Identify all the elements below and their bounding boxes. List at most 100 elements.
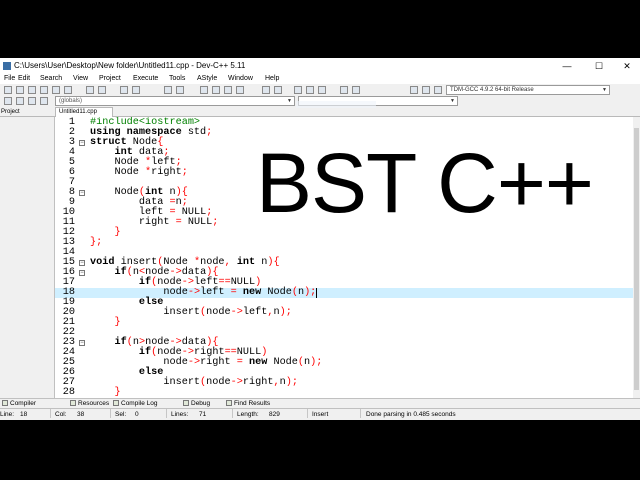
indent-icon[interactable] (164, 86, 172, 94)
status-length-value: 829 (269, 411, 280, 418)
profile-icon[interactable] (422, 86, 430, 94)
tab-find-results-label: Find Results (234, 400, 271, 407)
open-file-icon[interactable] (16, 86, 24, 94)
compile-icon[interactable] (200, 86, 208, 94)
replace-icon[interactable] (132, 86, 140, 94)
code-line[interactable]: 27 insert(node->right,n); (55, 377, 633, 388)
status-line-value: 18 (20, 411, 28, 418)
menu-project[interactable]: Project (99, 74, 121, 84)
project-new-icon[interactable] (4, 97, 12, 105)
run-icon[interactable] (212, 86, 220, 94)
minimize-button[interactable]: — (552, 58, 582, 74)
compile-run-icon[interactable] (224, 86, 232, 94)
code-text: insert(node->right,n); (90, 377, 298, 388)
status-separator (360, 409, 361, 418)
stop-icon[interactable] (274, 86, 282, 94)
status-bar: Line: 18 Col: 38 Sel: 0 Lines: 71 Length… (0, 408, 640, 420)
help-icon[interactable] (434, 86, 442, 94)
status-lines-value: 71 (199, 411, 207, 418)
scope-globals-select[interactable]: (globals) ▼ (55, 96, 295, 106)
status-length-label: Length: (237, 411, 259, 418)
debug-icon (183, 400, 189, 406)
compiler-select[interactable]: TDM-GCC 4.9.2 64-bit Release ▼ (446, 85, 610, 95)
code-text: } (114, 317, 121, 328)
redo-icon[interactable] (98, 86, 106, 94)
status-sel-label: Sel: (115, 411, 127, 418)
app-icon (3, 62, 11, 70)
close-button[interactable]: ✕ (612, 58, 640, 74)
code-text: } (114, 387, 121, 398)
code-text: }; (90, 237, 103, 248)
tab-compiler-label: Compiler (10, 400, 37, 407)
compiler-icon (2, 400, 8, 406)
tab-resources-label: Resources (78, 400, 110, 407)
menu-window[interactable]: Window (228, 74, 253, 84)
fold-toggle-icon[interactable]: − (79, 140, 85, 146)
resources-icon (70, 400, 76, 406)
tooltip-ghost (296, 101, 376, 108)
code-text: Node *right; (90, 167, 188, 178)
print-icon[interactable] (64, 86, 72, 94)
code-line[interactable]: 21 } (55, 317, 633, 328)
rebuild-icon[interactable] (236, 86, 244, 94)
tab-project[interactable]: Project (0, 107, 27, 117)
fold-toggle-icon[interactable]: − (79, 190, 85, 196)
find-icon[interactable] (120, 86, 128, 94)
compiler-select-value: TDM-GCC 4.9.2 64-bit Release (450, 87, 534, 93)
chevron-down-icon: ▼ (602, 87, 607, 93)
debug-icon[interactable] (262, 86, 270, 94)
code-line[interactable]: 13}; (55, 237, 633, 248)
unindent-icon[interactable] (176, 86, 184, 94)
fold-toggle-icon[interactable]: − (79, 340, 85, 346)
menu-search[interactable]: Search (40, 74, 62, 84)
tab-untitled11[interactable]: Untitled11.cpp (55, 107, 113, 117)
fold-toggle-icon[interactable]: − (79, 260, 85, 266)
menu-bar: File Edit Search View Project Execute To… (0, 74, 640, 84)
devcpp-window: C:\Users\User\Desktop\New folder\Untitle… (0, 58, 640, 420)
save-all-icon[interactable] (40, 86, 48, 94)
chart-icon[interactable] (410, 86, 418, 94)
toggle-bookmark-icon[interactable] (318, 86, 326, 94)
goto-line-icon[interactable] (352, 86, 360, 94)
status-separator (110, 409, 111, 418)
compile-log-icon (113, 400, 119, 406)
code-line[interactable]: 28 } (55, 387, 633, 398)
menu-help[interactable]: Help (265, 74, 279, 84)
status-mode: Insert (312, 411, 329, 418)
fold-toggle-icon[interactable]: − (79, 270, 85, 276)
maximize-button[interactable]: ☐ (584, 58, 614, 74)
title-bar: C:\Users\User\Desktop\New folder\Untitle… (0, 58, 640, 74)
status-separator (166, 409, 167, 418)
insert-icon[interactable] (306, 86, 314, 94)
status-separator (232, 409, 233, 418)
check-icon[interactable] (340, 86, 348, 94)
project-panel (0, 117, 55, 400)
chevron-down-icon: ▼ (450, 98, 455, 104)
new-file-icon[interactable] (4, 86, 12, 94)
chevron-down-icon: ▼ (287, 98, 292, 104)
project-remove-icon[interactable] (28, 97, 36, 105)
status-message: Done parsing in 0.485 seconds (366, 411, 456, 418)
status-col-label: Col: (55, 411, 67, 418)
scope-globals-value: (globals) (59, 98, 83, 104)
project-add-icon[interactable] (16, 97, 24, 105)
project-options-icon[interactable] (40, 97, 48, 105)
window-title: C:\Users\User\Desktop\New folder\Untitle… (14, 61, 246, 70)
code-line[interactable]: 20 insert(node->left,n); (55, 307, 633, 318)
save-icon[interactable] (28, 86, 36, 94)
close-file-icon[interactable] (52, 86, 60, 94)
menu-astyle[interactable]: AStyle (197, 74, 217, 84)
status-col-value: 38 (77, 411, 85, 418)
vertical-scrollbar-thumb[interactable] (634, 128, 639, 390)
menu-tools[interactable]: Tools (169, 74, 185, 84)
line-number: 28 (62, 387, 75, 398)
menu-execute[interactable]: Execute (133, 74, 158, 84)
menu-view[interactable]: View (73, 74, 88, 84)
menu-file[interactable]: File (4, 74, 15, 84)
find-results-icon (226, 400, 232, 406)
new-class-icon[interactable] (294, 86, 302, 94)
overlay-title: BST C++ (256, 136, 594, 230)
undo-icon[interactable] (86, 86, 94, 94)
tab-debug-label: Debug (191, 400, 211, 407)
menu-edit[interactable]: Edit (18, 74, 30, 84)
